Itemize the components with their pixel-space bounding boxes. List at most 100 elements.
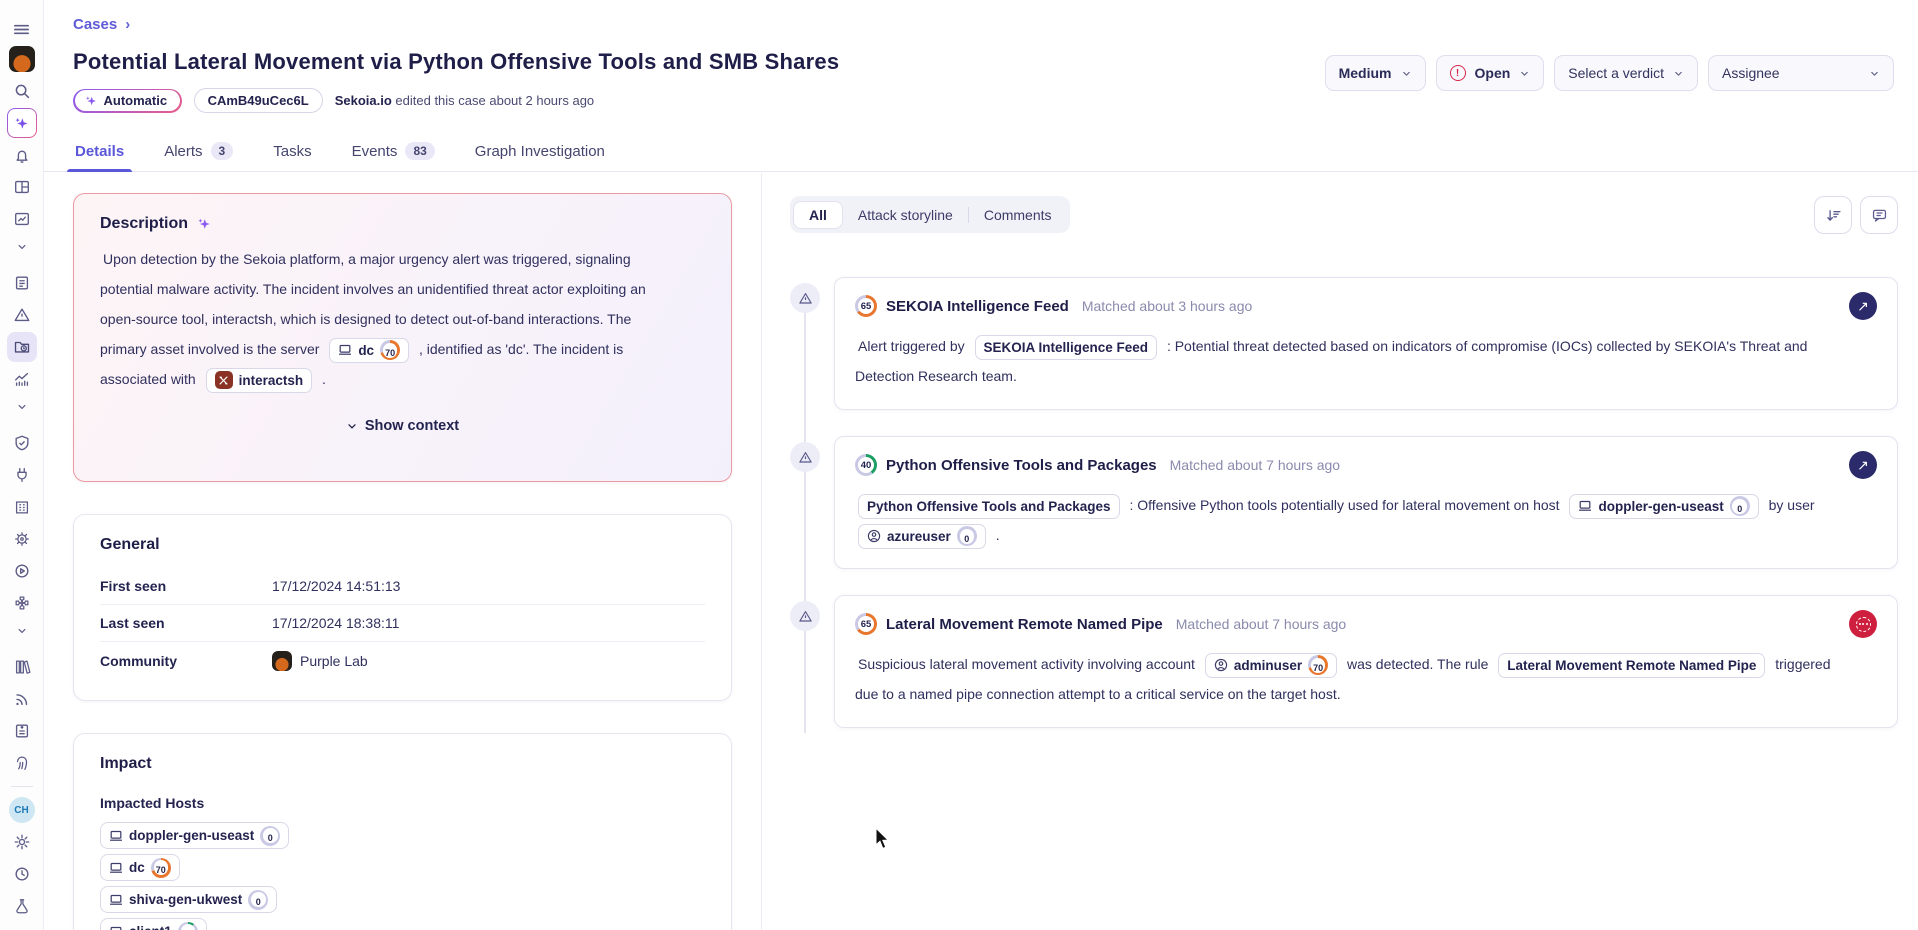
rule-chip[interactable]: Lateral Movement Remote Named Pipe [1498, 653, 1765, 678]
section-chevron-icon[interactable] [7, 620, 37, 642]
alert-meta: Matched about 3 hours ago [1082, 298, 1252, 314]
open-alert-button[interactable]: ↗ [1849, 292, 1877, 320]
dashboards-icon[interactable] [7, 172, 37, 202]
history-clock-icon[interactable] [7, 859, 37, 889]
section-chevron-icon[interactable] [7, 396, 37, 418]
alert-card: 65 Lateral Movement Remote Named Pipe Ma… [834, 595, 1898, 728]
feed-tab-all[interactable]: All [793, 201, 843, 229]
cases-icon[interactable] [7, 332, 37, 362]
fingerprint-icon[interactable] [7, 748, 37, 778]
notifications-bell-icon[interactable] [7, 140, 37, 170]
user-avatar[interactable]: CH [9, 797, 35, 823]
section-chevron-icon[interactable] [7, 236, 37, 258]
impacted-hosts-list: doppler-gen-useast 0 dc 70 shiva-gen-ukw… [100, 822, 705, 930]
sort-descending-button[interactable] [1814, 196, 1852, 234]
impacted-hosts-label: Impacted Hosts [100, 795, 705, 811]
case-controls: Medium ! Open Select a verdict Assignee [1325, 55, 1894, 91]
rule-chip[interactable]: Python Offensive Tools and Packages [858, 494, 1120, 519]
entity-chip-interactsh[interactable]: interactsh [206, 368, 313, 393]
chevron-down-icon [1673, 68, 1684, 79]
chevron-down-icon [1869, 68, 1880, 79]
host-icon [109, 861, 123, 875]
host-chip[interactable]: client1 10 [100, 918, 207, 930]
chevron-down-icon [1401, 68, 1412, 79]
alerts-triangle-icon[interactable] [7, 300, 37, 330]
badge-row: Automatic CAmB49uCec6L Sekoia.io edited … [73, 88, 1892, 113]
assignee-dropdown[interactable]: Assignee [1708, 55, 1894, 91]
status-dropdown[interactable]: ! Open [1436, 55, 1545, 91]
host-chip[interactable]: doppler-gen-useast 0 [1569, 494, 1758, 519]
rss-feed-icon[interactable] [7, 684, 37, 714]
lab-flask-icon[interactable] [7, 891, 37, 921]
playbooks-play-icon[interactable] [7, 556, 37, 586]
risk-score-ring: 40 [855, 454, 877, 476]
intelligence-trend-icon[interactable] [7, 364, 37, 394]
risk-score-ring: 0 [957, 526, 977, 546]
alert-status-button[interactable] [1849, 610, 1877, 638]
comment-button[interactable] [1860, 196, 1898, 234]
settings-gear-icon[interactable] [7, 827, 37, 857]
status-value: Open [1475, 65, 1511, 81]
plug-icon[interactable] [7, 460, 37, 490]
host-chip[interactable]: doppler-gen-useast 0 [100, 822, 289, 849]
automatic-badge[interactable]: Automatic [73, 89, 182, 113]
chevron-down-icon [346, 420, 358, 432]
alert-title[interactable]: Python Offensive Tools and Packages [886, 457, 1157, 474]
risk-score-ring: 65 [855, 295, 877, 317]
host-icon [109, 893, 123, 907]
events-count-badge: 83 [405, 142, 434, 160]
alert-card: 40 Python Offensive Tools and Packages M… [834, 436, 1898, 569]
alert-triangle-icon [790, 601, 820, 631]
organization-building-icon[interactable] [7, 492, 37, 522]
report-document-icon[interactable] [7, 716, 37, 746]
integrations-puzzle-icon[interactable] [7, 588, 37, 618]
verdict-dropdown[interactable]: Select a verdict [1554, 55, 1698, 91]
risk-score-ring: 70 [151, 858, 171, 878]
menu-icon[interactable] [7, 14, 37, 44]
alert-triangle-icon [790, 442, 820, 472]
feed-tab-attack-storyline[interactable]: Attack storyline [843, 202, 968, 228]
content-split: Description Upon detection by the Sekoia… [44, 173, 1918, 930]
sparkle-icon [196, 216, 212, 232]
workspace-avatar[interactable] [9, 46, 35, 72]
case-id-badge[interactable]: CAmB49uCec6L [194, 88, 323, 113]
host-icon [109, 925, 123, 930]
user-chip[interactable]: azureuser 0 [858, 524, 986, 549]
feed-item: 40 Python Offensive Tools and Packages M… [790, 436, 1898, 569]
host-icon [109, 829, 123, 843]
user-chip[interactable]: adminuser 70 [1205, 653, 1337, 678]
sort-descending-icon [1825, 207, 1842, 224]
library-books-icon[interactable] [7, 652, 37, 682]
tab-details[interactable]: Details [73, 133, 126, 171]
search-icon[interactable] [7, 76, 37, 106]
risk-score-ring: 65 [855, 613, 877, 635]
analytics-chart-icon[interactable] [7, 204, 37, 234]
tab-events[interactable]: Events83 [350, 133, 437, 171]
alert-title[interactable]: Lateral Movement Remote Named Pipe [886, 616, 1163, 633]
sparkle-icon [84, 94, 98, 108]
operations-helm-icon[interactable] [7, 524, 37, 554]
host-chip[interactable]: shiva-gen-ukwest 0 [100, 886, 277, 913]
rule-chip[interactable]: SEKOIA Intelligence Feed [975, 335, 1158, 360]
open-alert-button[interactable]: ↗ [1849, 451, 1877, 479]
automatic-badge-label: Automatic [104, 93, 168, 108]
shield-check-icon[interactable] [7, 428, 37, 458]
alert-triangle-icon [790, 283, 820, 313]
host-chip-dc[interactable]: dc 70 [329, 338, 409, 363]
alert-body: Python Offensive Tools and Packages : Of… [855, 490, 1877, 550]
description-card: Description Upon detection by the Sekoia… [73, 193, 732, 482]
show-context-button[interactable]: Show context [100, 418, 705, 434]
priority-dropdown[interactable]: Medium [1325, 55, 1426, 91]
tab-graph-investigation[interactable]: Graph Investigation [473, 133, 607, 171]
feed-tab-comments[interactable]: Comments [969, 202, 1067, 228]
breadcrumb[interactable]: Cases › [73, 16, 130, 33]
tab-tasks[interactable]: Tasks [271, 133, 313, 171]
target-icon [1856, 617, 1871, 632]
left-icon-rail: CH [0, 0, 44, 930]
breadcrumb-cases-link[interactable]: Cases [73, 16, 117, 33]
tab-alerts[interactable]: Alerts3 [162, 133, 235, 171]
ai-assistant-icon[interactable] [7, 108, 37, 138]
alert-title[interactable]: SEKOIA Intelligence Feed [886, 298, 1069, 315]
events-log-icon[interactable] [7, 268, 37, 298]
host-chip[interactable]: dc 70 [100, 854, 180, 881]
